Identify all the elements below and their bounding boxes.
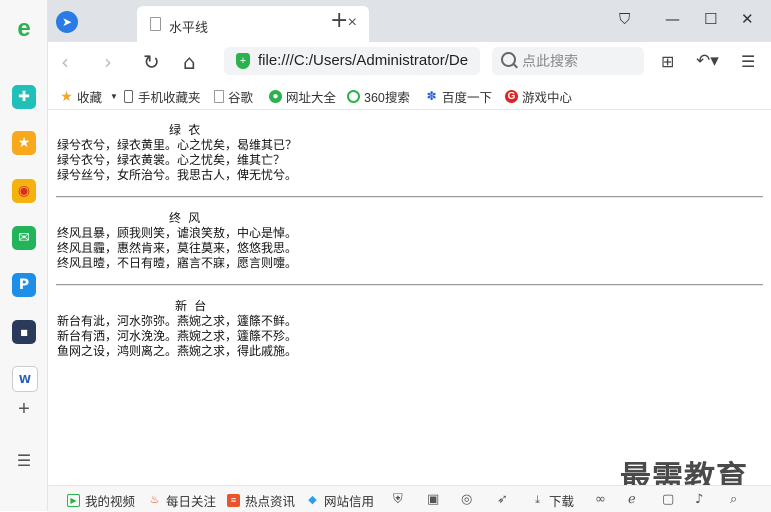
refresh-button[interactable]: ↻ xyxy=(143,50,160,74)
poem-title: 绿 衣 xyxy=(169,123,201,137)
home-button[interactable]: ⌂ xyxy=(183,50,196,74)
maximize-button[interactable]: ☐ xyxy=(704,10,717,28)
bookmark-baidu[interactable]: ✽ 百度一下 xyxy=(425,87,492,106)
poem-title: 新 台 xyxy=(175,299,207,313)
bookmarks-bar: ★ 收藏 ▼ 手机收藏夹 谷歌 ● 网址大全 360搜索 ✽ 百度一下 G 游戏… xyxy=(48,82,771,110)
bookmark-url-directory[interactable]: ● 网址大全 xyxy=(269,87,336,106)
bookmark-favorites[interactable]: ★ 收藏 ▼ xyxy=(60,87,118,106)
search-360-icon xyxy=(347,90,360,103)
parking-app-icon[interactable]: P xyxy=(12,273,36,297)
site-credit-button[interactable]: ◆ 网站信用 xyxy=(306,491,374,510)
minimize-button[interactable]: — xyxy=(665,10,680,28)
close-window-button[interactable]: ✕ xyxy=(741,10,754,28)
navigation-compass-icon[interactable]: ➤ xyxy=(56,11,78,33)
back-button[interactable]: ‹ xyxy=(61,50,69,74)
favorites-star-icon[interactable]: ★ xyxy=(12,131,36,155)
poem-section: 新 台 新台有泚，河水弥弥。燕婉之求，籧篨不鲜。 新台有洒，河水浼浼。燕婉之求，… xyxy=(57,299,297,359)
left-sidebar: e ✚ ★ ◉ ✉ P ■ W + ☰ xyxy=(0,0,48,511)
sidebar-menu-icon[interactable]: ☰ xyxy=(12,449,36,473)
bookmark-mobile[interactable]: 手机收藏夹 xyxy=(124,87,201,106)
skin-shirt-icon[interactable]: ⛉ xyxy=(619,10,630,28)
add-app-icon[interactable]: + xyxy=(12,397,36,421)
new-tab-button[interactable]: + xyxy=(330,8,348,33)
secure-shield-icon: + xyxy=(236,53,250,69)
glasses-icon[interactable]: ∞ xyxy=(595,492,606,507)
my-videos-button[interactable]: ▶ 我的视频 xyxy=(67,491,135,510)
app-grid-icon[interactable]: ⊞ xyxy=(661,52,674,71)
address-url[interactable]: file:///C:/Users/Administrator/De xyxy=(258,52,468,69)
forward-button[interactable]: › xyxy=(104,50,112,74)
daily-follow-button[interactable]: ♨ 每日关注 xyxy=(148,491,216,510)
poem-title: 终 风 xyxy=(169,211,201,225)
game-app-icon[interactable]: ■ xyxy=(12,320,36,344)
poem-line: 绿兮丝兮，女所治兮。我思古人，俾无忧兮。 xyxy=(57,168,298,182)
hot-news-button[interactable]: ≡ 热点资讯 xyxy=(227,491,295,510)
bookmark-google[interactable]: 谷歌 xyxy=(214,87,253,106)
main-menu-icon[interactable]: ☰ xyxy=(741,52,755,71)
poem-line: 绿兮衣兮，绿衣黄里。心之忧矣，曷维其已？ xyxy=(57,138,298,152)
download-icon: ⤓ xyxy=(535,494,540,506)
video-icon: ▶ xyxy=(67,494,80,507)
page-content: 绿 衣 绿兮衣兮，绿衣黄里。心之忧矣，曷维其已？ 绿兮衣兮，绿衣黄裳。心之忧矣，… xyxy=(48,110,771,484)
plus-app-icon[interactable]: ✚ xyxy=(12,85,36,109)
image-icon[interactable]: ▣ xyxy=(427,492,439,507)
poem-section: 绿 衣 绿兮衣兮，绿衣黄里。心之忧矣，曷维其已？ 绿兮衣兮，绿衣黄裳。心之忧矣，… xyxy=(57,123,297,183)
horizontal-rule xyxy=(56,196,763,198)
download-button[interactable]: ⤓ 下载 xyxy=(531,491,574,510)
zoom-icon[interactable]: ⌕ xyxy=(730,492,737,507)
chevron-down-icon[interactable]: ▼ xyxy=(110,92,118,101)
poem-line: 终风且曀，不日有曀，寤言不寐，愿言则嚏。 xyxy=(57,256,298,270)
close-tab-icon[interactable]: × xyxy=(348,14,357,32)
drop-icon: ◆ xyxy=(308,494,317,506)
globe-icon: ● xyxy=(269,90,282,103)
rocket-icon[interactable]: ➶ xyxy=(497,492,508,507)
game-icon: G xyxy=(505,90,518,103)
tab-title: 水平线 xyxy=(169,20,209,35)
bookmark-game-center[interactable]: G 游戏中心 xyxy=(505,87,572,106)
phone-icon xyxy=(124,90,133,103)
word-doc-icon[interactable]: W xyxy=(12,366,38,392)
speed-icon[interactable]: ◎ xyxy=(461,492,472,507)
tab-strip: ➤ 水平线 × + ⛉ — ☐ ✕ xyxy=(48,0,771,42)
poem-line: 鱼网之设，鸿则离之。燕婉之求，得此戚施。 xyxy=(57,344,298,358)
poem-line: 终风且霾，惠然肯来，莫往莫来，悠悠我思。 xyxy=(57,241,298,255)
navigation-toolbar: ‹ › ↻ ⌂ + file:///C:/Users/Administrator… xyxy=(48,42,771,82)
poem-section: 终 风 终风且暴，顾我则笑，谑浪笑敖，中心是悼。 终风且霾，惠然肯来，莫往莫来，… xyxy=(57,211,297,271)
paw-icon: ✽ xyxy=(426,89,437,103)
page-icon xyxy=(150,17,161,31)
mail-icon[interactable]: ✉ xyxy=(12,226,36,250)
address-bar[interactable]: + file:///C:/Users/Administrator/De xyxy=(224,47,480,75)
news-icon: ≡ xyxy=(227,494,240,507)
page-icon xyxy=(214,90,224,103)
window-icon[interactable]: ▢ xyxy=(662,492,674,507)
undo-button[interactable]: ↶▾ xyxy=(696,51,719,71)
bookmark-360-search[interactable]: 360搜索 xyxy=(347,87,410,106)
status-bar: ▶ 我的视频 ♨ 每日关注 ≡ 热点资讯 ◆ 网站信用 ⛨ ▣ ◎ ➶ ⤓ 下载… xyxy=(48,485,771,512)
poem-line: 绿兮衣兮，绿衣黄裳。心之忧矣，维其亡？ xyxy=(57,153,286,167)
star-icon: ★ xyxy=(60,88,73,104)
weibo-icon[interactable]: ◉ xyxy=(12,179,36,203)
fire-icon: ♨ xyxy=(149,494,160,506)
poem-line: 新台有泚，河水弥弥。燕婉之求，籧篨不鲜。 xyxy=(57,314,298,328)
search-icon xyxy=(501,52,516,67)
poem-line: 终风且暴，顾我则笑，谑浪笑敖，中心是悼。 xyxy=(57,226,298,240)
ie-mode-icon[interactable]: ℯ xyxy=(628,492,636,507)
poem-line: 新台有洒，河水浼浼。燕婉之求，籧篨不殄。 xyxy=(57,329,298,343)
horizontal-rule xyxy=(56,284,763,286)
browser-logo-icon[interactable]: e xyxy=(12,15,36,42)
volume-icon[interactable]: ♪ xyxy=(695,492,703,507)
shield-icon[interactable]: ⛨ xyxy=(393,492,403,507)
